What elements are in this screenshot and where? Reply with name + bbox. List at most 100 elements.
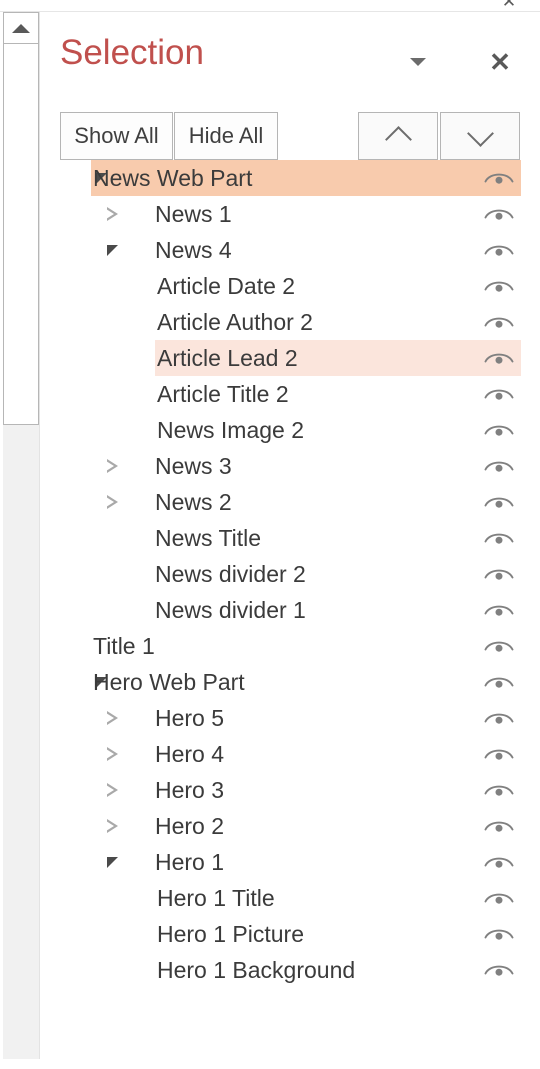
triangle-up-icon — [12, 23, 30, 33]
tree-row-label: Article Title 2 — [157, 381, 289, 407]
tree-row[interactable]: News Title — [40, 520, 540, 556]
tree-row-label: Hero 1 Background — [157, 957, 356, 983]
tree-row[interactable]: News 4 — [40, 232, 540, 268]
tree-row[interactable]: Hero 1 Title — [40, 880, 540, 916]
tree-row[interactable]: Hero Web Part — [40, 664, 540, 700]
tree-row-label: News 3 — [155, 453, 232, 479]
visibility-toggle-eye-icon[interactable] — [477, 376, 521, 412]
visibility-toggle-eye-icon[interactable] — [477, 556, 521, 592]
visibility-toggle-eye-icon[interactable] — [477, 340, 521, 376]
show-all-button[interactable]: Show All — [60, 112, 173, 160]
visibility-toggle-eye-icon[interactable] — [477, 448, 521, 484]
expander-collapsed-icon[interactable] — [102, 772, 122, 808]
tree-row[interactable]: Hero 1 — [40, 844, 540, 880]
tree-row-label: News divider 1 — [155, 597, 306, 623]
chevron-down-icon — [410, 58, 426, 66]
visibility-toggle-eye-icon[interactable] — [477, 412, 521, 448]
pane-header: Selection ✕ — [40, 12, 540, 92]
tree-row-label: Article Date 2 — [157, 273, 296, 299]
expander-collapsed-icon[interactable] — [102, 700, 122, 736]
expander-expanded-icon[interactable] — [102, 844, 122, 880]
pane-options-menu-button[interactable] — [402, 48, 434, 76]
tree-row[interactable]: News 2 — [40, 484, 540, 520]
expander-collapsed-icon[interactable] — [102, 448, 122, 484]
scrollbar-up-button[interactable] — [3, 12, 39, 43]
window-close-icon[interactable]: ✕ — [498, 0, 520, 10]
visibility-toggle-eye-icon[interactable] — [477, 592, 521, 628]
hide-all-button[interactable]: Hide All — [174, 112, 278, 160]
visibility-toggle-eye-icon[interactable] — [477, 736, 521, 772]
tree-row[interactable]: News Image 2 — [40, 412, 540, 448]
move-up-button[interactable] — [358, 112, 438, 160]
tree-row-label: Hero Web Part — [93, 669, 245, 695]
tree-row-label: Hero 3 — [155, 777, 225, 803]
visibility-toggle-eye-icon[interactable] — [477, 520, 521, 556]
visibility-toggle-eye-icon[interactable] — [477, 952, 521, 988]
visibility-toggle-eye-icon[interactable] — [477, 160, 521, 196]
tree-row[interactable]: News 1 — [40, 196, 540, 232]
visibility-toggle-eye-icon[interactable] — [477, 700, 521, 736]
expander-expanded-icon[interactable] — [102, 232, 122, 268]
tree-row[interactable]: Article Date 2 — [40, 268, 540, 304]
expander-collapsed-icon[interactable] — [102, 808, 122, 844]
tree-row-label: News Title — [155, 525, 262, 551]
visibility-toggle-eye-icon[interactable] — [477, 268, 521, 304]
triangle-right-icon — [105, 495, 118, 509]
tree-row[interactable]: News 3 — [40, 448, 540, 484]
move-down-button[interactable] — [440, 112, 520, 160]
tree-row[interactable]: Hero 1 Background — [40, 952, 540, 988]
window-chrome-strip: ✕ — [0, 0, 540, 12]
triangle-down-icon — [106, 244, 118, 256]
tree-row-label: Hero 2 — [155, 813, 225, 839]
tree-row[interactable]: Hero 1 Picture — [40, 916, 540, 952]
triangle-down-icon — [106, 856, 118, 868]
visibility-toggle-eye-icon[interactable] — [477, 628, 521, 664]
pane-close-button[interactable]: ✕ — [484, 46, 516, 78]
expander-collapsed-icon[interactable] — [102, 196, 122, 232]
triangle-right-icon — [105, 747, 118, 761]
visibility-toggle-eye-icon[interactable] — [477, 808, 521, 844]
visibility-toggle-eye-icon[interactable] — [477, 304, 521, 340]
expander-collapsed-icon[interactable] — [102, 736, 122, 772]
tree-row-label: News 1 — [155, 201, 232, 227]
visibility-toggle-eye-icon[interactable] — [477, 196, 521, 232]
triangle-right-icon — [105, 819, 118, 833]
tree-row[interactable]: Article Lead 2 — [40, 340, 540, 376]
tree-row[interactable]: Title 1 — [40, 628, 540, 664]
tree-row-label: News 2 — [155, 489, 232, 515]
tree-row[interactable]: News divider 1 — [40, 592, 540, 628]
tree-row[interactable]: Hero 3 — [40, 772, 540, 808]
page-title: Selection — [60, 33, 204, 72]
tree-row-label: Hero 1 — [155, 849, 225, 875]
visibility-toggle-eye-icon[interactable] — [477, 880, 521, 916]
tree-row-label: News Image 2 — [157, 417, 305, 443]
triangle-right-icon — [105, 207, 118, 221]
tree-row[interactable]: Hero 4 — [40, 736, 540, 772]
chevron-up-icon — [384, 125, 412, 153]
tree-row-label: Hero 1 Picture — [157, 921, 305, 947]
visibility-toggle-eye-icon[interactable] — [477, 664, 521, 700]
triangle-right-icon — [105, 711, 118, 725]
triangle-right-icon — [105, 459, 118, 473]
tree-row[interactable]: Hero 2 — [40, 808, 540, 844]
tree-row[interactable]: Article Title 2 — [40, 376, 540, 412]
pane-scrollbar[interactable] — [3, 12, 40, 1059]
expander-collapsed-icon[interactable] — [102, 484, 122, 520]
tree-row[interactable]: News divider 2 — [40, 556, 540, 592]
scrollbar-thumb[interactable] — [3, 43, 39, 425]
chevron-down-icon — [466, 119, 494, 147]
row-highlight — [91, 628, 521, 664]
visibility-toggle-eye-icon[interactable] — [477, 916, 521, 952]
pane-toolbar: Show All Hide All — [40, 92, 540, 160]
tree-row[interactable]: Article Author 2 — [40, 304, 540, 340]
visibility-toggle-eye-icon[interactable] — [477, 232, 521, 268]
scrollbar-track[interactable] — [3, 425, 39, 1059]
tree-row-label: Hero 5 — [155, 705, 225, 731]
selection-tree: News Web Part News 1 News 4 Article Date 2 A… — [40, 160, 540, 988]
tree-row-label: Article Lead 2 — [157, 345, 298, 371]
visibility-toggle-eye-icon[interactable] — [477, 772, 521, 808]
tree-row[interactable]: News Web Part — [40, 160, 540, 196]
visibility-toggle-eye-icon[interactable] — [477, 844, 521, 880]
visibility-toggle-eye-icon[interactable] — [477, 484, 521, 520]
tree-row[interactable]: Hero 5 — [40, 700, 540, 736]
